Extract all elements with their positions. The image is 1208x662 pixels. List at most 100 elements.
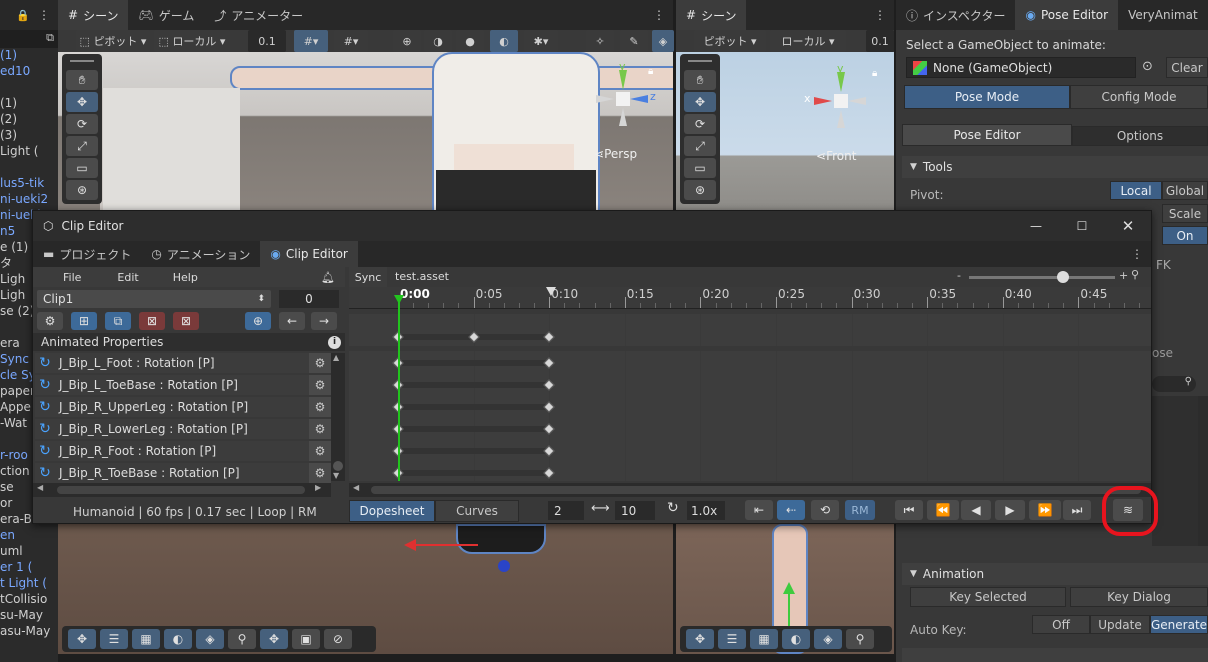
hierarchy-item[interactable]: (1) — [0, 95, 58, 111]
frame-field[interactable]: 0 — [279, 290, 339, 308]
zoom-slider[interactable] — [969, 276, 1115, 279]
move-tool-icon[interactable]: ✥ — [66, 92, 98, 112]
effects-icon[interactable]: ✧ — [586, 30, 614, 52]
zoom-slider-handle[interactable] — [1057, 271, 1069, 283]
settings-icon[interactable]: ⚙ — [37, 312, 63, 330]
menu-file[interactable]: File — [63, 271, 81, 284]
moon-icon[interactable]: ◐ — [782, 629, 810, 649]
tab-animator[interactable]: ⤴ アニメーター — [204, 0, 313, 30]
transform-tool-icon[interactable]: ⊛ — [66, 180, 98, 200]
scroll-left-icon[interactable]: ◀ — [353, 483, 359, 492]
pivot-local-button[interactable]: Local — [1110, 181, 1162, 200]
scale-tool-icon[interactable]: ⤢ — [66, 136, 98, 156]
lock-icon[interactable]: 🔒︎ — [872, 68, 877, 79]
menu-icon[interactable]: ⋮ — [653, 8, 673, 22]
timeline-tracks[interactable] — [349, 351, 1151, 481]
dopesheet-button[interactable]: Dopesheet — [349, 500, 435, 522]
property-row[interactable]: ↻ J_Bip_L_ToeBase : Rotation [P] ⚙ — [35, 375, 331, 395]
orientation-gizmo2[interactable]: y x — [804, 62, 876, 136]
scene-viewport[interactable]: y z ⋖Persp 🔒︎ — [58, 52, 673, 210]
timeline-ruler[interactable]: 0:00 0:05 0:10 0:15 0:20 0:25 0:30 0:35 0:40 0:45 — [349, 287, 1151, 309]
hierarchy-item[interactable]: ni-ueki2 — [0, 191, 58, 207]
scroll-up-icon[interactable]: ▲ — [333, 353, 339, 362]
hand-tool-icon[interactable]: ✋︎ — [66, 70, 98, 90]
scale-tool-icon[interactable]: ⤢ — [684, 136, 716, 156]
rect-tool-icon[interactable]: ▭ — [66, 158, 98, 178]
zoom-minus[interactable]: - — [957, 269, 961, 282]
scale-button[interactable]: Scale — [1162, 204, 1208, 223]
transform-tool-icon[interactable]: ⊛ — [684, 180, 716, 200]
maximize-icon[interactable]: ☐ — [1059, 219, 1105, 233]
sliders-icon[interactable]: ☰ — [718, 629, 746, 649]
hierarchy-item[interactable]: er 1 ( — [0, 559, 58, 575]
hierarchy-item[interactable]: en — [0, 527, 58, 543]
gear-icon[interactable]: ⚙ — [309, 441, 331, 461]
shaded-icon[interactable]: ● — [456, 30, 484, 52]
last-frame-icon[interactable]: ⏭ — [1063, 500, 1091, 520]
gear-icon[interactable]: ⚙ — [309, 353, 331, 373]
search-icon[interactable]: ⚲ — [846, 629, 874, 649]
hierarchy-item[interactable]: Light ( — [0, 143, 58, 159]
property-row[interactable]: ↻ J_Bip_R_ToeBase : Rotation [P] ⚙ — [35, 463, 331, 483]
on-button[interactable]: On — [1162, 226, 1208, 245]
lit-icon[interactable]: ◐ — [490, 30, 518, 52]
tab-very-animation[interactable]: VeryAnimat — [1118, 0, 1208, 30]
debug-icon[interactable]: ✱▾ — [524, 30, 558, 52]
gear-icon[interactable]: ⚙ — [309, 397, 331, 417]
delete-clip-icon[interactable]: ⊠ — [173, 312, 199, 330]
property-row[interactable]: ↻ J_Bip_R_UpperLeg : Rotation [P] ⚙ — [35, 397, 331, 417]
move-handle-arrow[interactable] — [783, 582, 795, 594]
tab-scene[interactable]: # シーン — [58, 0, 129, 30]
clip-dropdown[interactable]: Clip1 ⬍ — [37, 290, 271, 308]
speed-field[interactable]: 1.0x — [687, 501, 725, 520]
loop-icon[interactable]: ⟲ — [811, 500, 839, 520]
curves-button[interactable]: Curves — [435, 500, 519, 522]
grid-snap-value[interactable]: 0.1 — [248, 30, 286, 52]
hand-tool-icon[interactable]: ✋︎ — [684, 70, 716, 90]
menu-help[interactable]: Help — [173, 271, 198, 284]
rotate-tool-icon[interactable]: ⟳ — [66, 114, 98, 134]
search-toggle-icon[interactable]: ⧉ — [46, 31, 54, 45]
property-hscrollbar[interactable]: ◀ ▶ — [33, 483, 331, 497]
camera-icon[interactable]: ▣ — [292, 629, 320, 649]
persp-label[interactable]: ⋖Persp — [594, 147, 637, 161]
range-field[interactable]: 10 — [615, 501, 655, 520]
remove-clip-icon[interactable]: ⊠ — [139, 312, 165, 330]
auto-key-off-button[interactable]: Off — [1032, 615, 1090, 634]
front-label[interactable]: ⋖Front — [816, 149, 856, 163]
gear-icon[interactable]: ⚙ — [309, 375, 331, 395]
layers-icon[interactable]: ◈ — [814, 629, 842, 649]
search-icon[interactable]: ⚲ — [228, 629, 256, 649]
hierarchy-search[interactable]: ⧉ — [0, 30, 58, 48]
info-icon[interactable]: i — [328, 335, 341, 349]
tab-pose-editor[interactable]: ◉ Pose Editor — [1015, 0, 1119, 30]
compass-icon[interactable]: ⊘ — [324, 629, 352, 649]
moon-icon[interactable]: ◐ — [164, 629, 192, 649]
move-tool-icon[interactable]: ✥ — [684, 92, 716, 112]
first-frame-icon[interactable]: ⏮ — [895, 500, 923, 520]
grid-snap-value2[interactable]: 0.1 — [866, 30, 894, 52]
sliders-icon[interactable]: ☰ — [100, 629, 128, 649]
object-picker-icon[interactable]: ⊙ — [1142, 59, 1153, 74]
menu-icon[interactable]: ⋮ — [1131, 247, 1151, 261]
hierarchy-item[interactable]: (1) — [0, 47, 58, 63]
hierarchy-item[interactable] — [0, 79, 58, 95]
lock-icon[interactable]: 🔒 — [16, 9, 30, 22]
search-icon[interactable]: ⚲ — [1131, 268, 1139, 281]
pivot2-dropdown[interactable]: ピボット ▾ — [694, 30, 766, 52]
hierarchy-item[interactable]: (2) — [0, 111, 58, 127]
key-dialog-button[interactable]: Key Dialog — [1070, 587, 1208, 607]
hierarchy-item[interactable]: tCollisio — [0, 591, 58, 607]
auto-key-generate-button[interactable]: Generate — [1150, 615, 1208, 634]
hierarchy-item[interactable]: asu-May — [0, 623, 58, 639]
subtab-options[interactable]: Options — [1072, 126, 1208, 146]
step-field[interactable]: 2 — [548, 501, 584, 520]
add-property-icon[interactable]: ⊕ — [245, 312, 271, 330]
end-marker[interactable] — [546, 287, 556, 296]
tab-project[interactable]: ▬ プロジェクト — [33, 241, 141, 267]
hscroll-thumb[interactable] — [57, 486, 305, 494]
pose-mode-button[interactable]: Pose Mode — [904, 85, 1070, 109]
tab-game[interactable]: 🎮︎ ゲーム — [128, 0, 204, 30]
layers-icon[interactable]: ◈ — [196, 629, 224, 649]
gameobject-field[interactable]: None (GameObject) — [906, 57, 1136, 78]
